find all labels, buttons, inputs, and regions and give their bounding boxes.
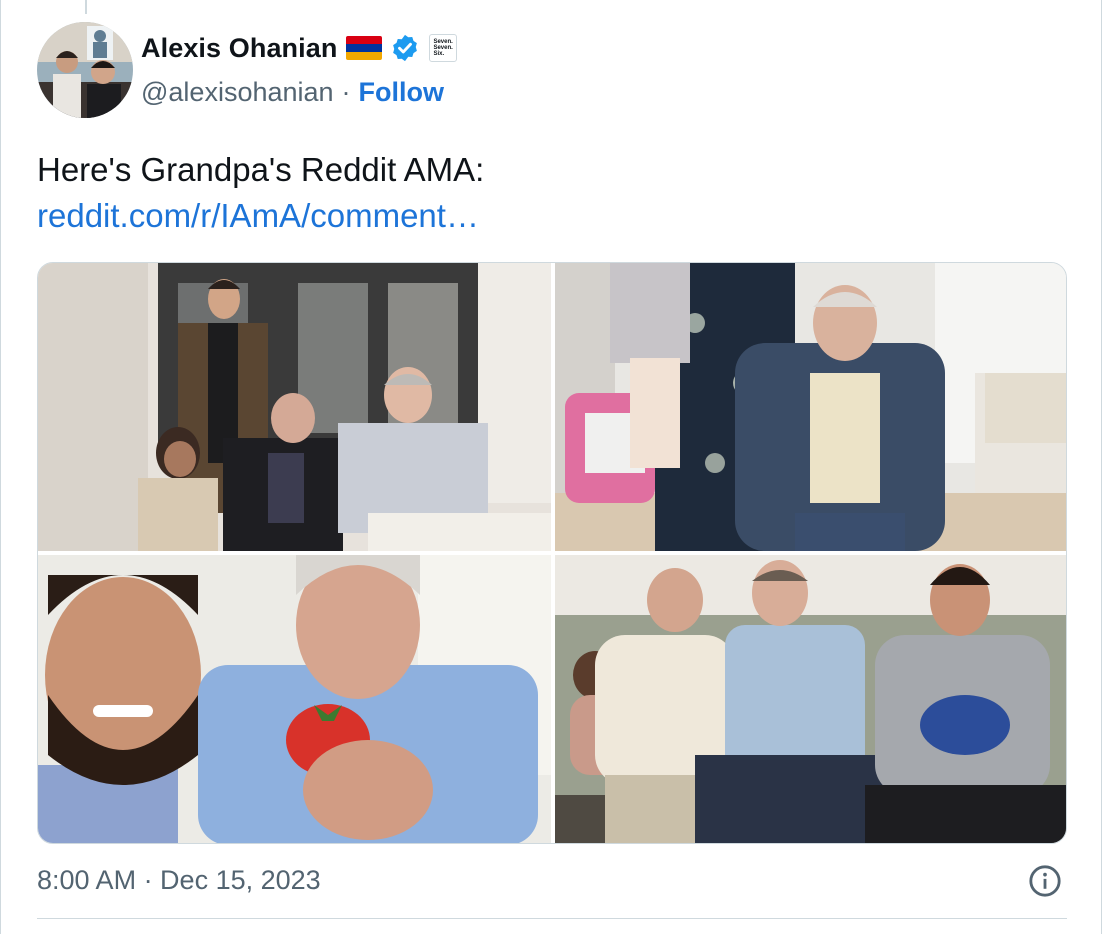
author-handle-row: @alexisohanian · Follow	[141, 74, 444, 110]
photo-couch-family[interactable]	[555, 555, 1066, 843]
affiliate-badge-line: Six.	[433, 51, 445, 57]
tweet-timestamp[interactable]: 8:00 AM · Dec 15, 2023	[37, 862, 321, 898]
divider	[37, 918, 1067, 919]
photo-restaurant-family[interactable]	[38, 263, 551, 551]
photo-selfie-with-tomato[interactable]	[38, 555, 551, 843]
media-grid	[37, 262, 1067, 844]
author-name[interactable]: Alexis Ohanian	[141, 33, 337, 64]
tweet-text: Here's Grandpa's Reddit AMA:	[37, 151, 485, 188]
tweet-link[interactable]: reddit.com/r/IAmA/comment…	[37, 194, 479, 238]
photo-grandpa-seated-with-child[interactable]	[555, 263, 1066, 551]
avatar[interactable]	[37, 22, 133, 118]
author-name-row: Alexis Ohanian Seven. Seven. Six.	[141, 30, 458, 66]
info-icon[interactable]	[1028, 864, 1062, 898]
affiliate-badge-icon[interactable]: Seven. Seven. Six.	[429, 34, 458, 62]
armenia-flag-icon	[346, 36, 383, 60]
verified-badge-icon	[393, 34, 418, 62]
author-handle[interactable]: @alexisohanian	[141, 77, 334, 108]
tweet-card: Alexis Ohanian Seven. Seven. Six. @alexi…	[0, 0, 1102, 934]
follow-button[interactable]: Follow	[359, 77, 444, 108]
separator-dot: ·	[341, 76, 351, 107]
thread-line	[85, 0, 87, 14]
